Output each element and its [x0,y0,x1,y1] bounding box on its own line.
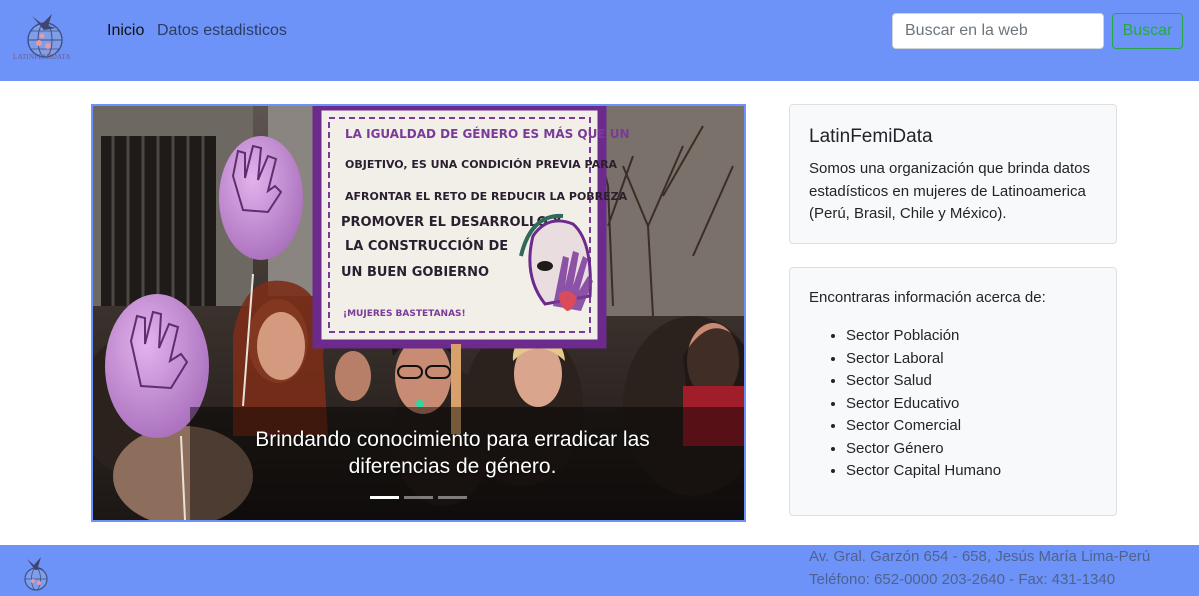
list-item: Sector Laboral [846,348,1001,371]
sign-line-6: UN BUEN GOBIERNO [341,265,489,280]
caption-line-2: diferencias de género. [348,455,557,478]
footer: Av. Gral. Garzón 654 - 658, Jesús María … [0,545,1199,596]
search-input[interactable] [892,13,1104,49]
image-carousel[interactable]: LA IGUALDAD DE GÉNERO ES MÁS QUE UN OBJE… [91,104,746,522]
sectors-card: Encontraras información acerca de: Secto… [789,267,1117,516]
about-title: LatinFemiData [809,126,933,147]
sign-line-5: LA CONSTRUCCIÓN DE [345,238,508,254]
sign-line-3: AFRONTAR EL RETO DE REDUCIR LA POBREZA [345,190,628,203]
search-button[interactable]: Buscar [1112,13,1183,49]
carousel-caption: Brindando conocimiento para erradicar la… [190,426,715,480]
brand-logo-text: LATINFEMIDATA [13,53,71,61]
carousel-indicator-2[interactable] [404,496,433,499]
sectors-intro: Encontraras información acerca de: [809,289,1046,306]
caption-line-1: Brindando conocimiento para erradicar la… [255,428,650,451]
carousel-indicator-1[interactable] [370,496,399,499]
nav-link-inicio[interactable]: Inicio [107,22,144,40]
list-item: Sector Población [846,325,1001,348]
carousel-indicators [370,496,470,502]
footer-address: Av. Gral. Garzón 654 - 658, Jesús María … [809,548,1151,565]
footer-phone: Teléfono: 652-0000 203-2640 - Fax: 431-1… [809,571,1116,588]
sign-signature: ¡MUJERES BASTETANAS! [343,309,466,319]
list-item: Sector Comercial [846,415,1001,438]
list-item: Sector Género [846,438,1001,461]
about-card: LatinFemiData Somos una organización que… [789,104,1117,244]
about-text: Somos una organización que brinda datos … [809,160,1091,222]
nav-link-datos-estadisticos[interactable]: Datos estadisticos [157,22,287,40]
sign-line-4: PROMOVER EL DESARROLLO Y [341,215,562,230]
list-item: Sector Capital Humano [846,460,1001,483]
list-item: Sector Salud [846,370,1001,393]
sign-line-2: OBJETIVO, ES UNA CONDICIÓN PREVIA PARA [345,158,618,171]
footer-logo-icon [24,557,48,591]
navbar: LATINFEMIDATA Inicio Datos estadisticos … [0,0,1199,81]
carousel-indicator-3[interactable] [438,496,467,499]
sector-list: Sector Población Sector Laboral Sector S… [846,325,1001,483]
sign-line-1: LA IGUALDAD DE GÉNERO ES MÁS QUE UN [345,126,630,141]
list-item: Sector Educativo [846,393,1001,416]
